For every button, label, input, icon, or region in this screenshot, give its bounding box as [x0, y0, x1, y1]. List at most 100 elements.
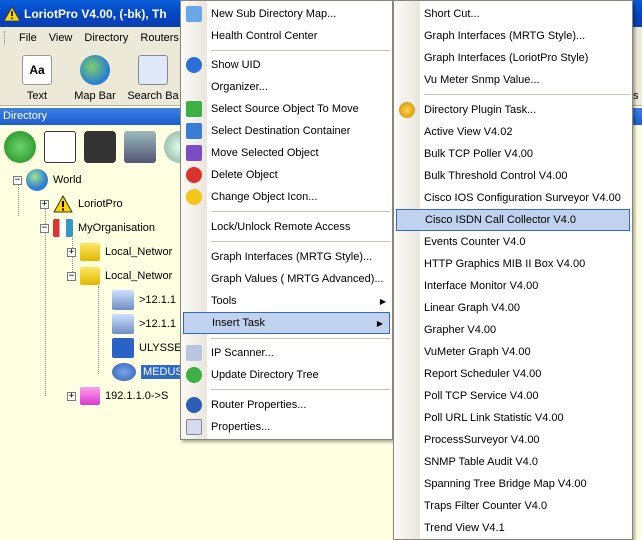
submenu-item-traps-filter-counter[interactable]: Traps Filter Counter V4.0: [394, 495, 632, 517]
expand-toggle[interactable]: +: [67, 247, 76, 257]
tree-label: >12.1.1: [139, 318, 177, 330]
menu-item-label: VuMeter Graph V4.00: [424, 346, 531, 358]
menu-file[interactable]: File: [13, 32, 43, 44]
menu-item-label: Tools: [211, 295, 237, 307]
computer-icon: [112, 290, 134, 310]
menubar-grip[interactable]: [4, 30, 7, 45]
expand-toggle[interactable]: +: [67, 391, 76, 401]
menu-item-router-properties[interactable]: Router Properties...: [181, 394, 392, 416]
monitor-icon[interactable]: [124, 131, 156, 163]
menu-item-graph-values-mrtg[interactable]: Graph Values ( MRTG Advanced)...: [181, 268, 392, 290]
menu-item-new-subdirectory-map[interactable]: New Sub Directory Map...: [181, 3, 392, 25]
menu-item-insert-task[interactable]: Insert Task ▶: [183, 312, 390, 334]
collapse-toggle[interactable]: −: [13, 175, 22, 185]
submenu-item-snmp-table-audit[interactable]: SNMP Table Audit V4.0: [394, 451, 632, 473]
menu-item-tools[interactable]: Tools ▶: [181, 290, 392, 312]
network-icon: [53, 219, 73, 237]
menu-item-lock-unlock-remote[interactable]: Lock/Unlock Remote Access: [181, 216, 392, 238]
expand-toggle[interactable]: +: [40, 199, 49, 209]
menu-item-update-directory-tree[interactable]: Update Directory Tree: [181, 364, 392, 386]
menu-item-label: Traps Filter Counter V4.0: [424, 500, 548, 512]
gauge-icon[interactable]: [84, 131, 116, 163]
menu-item-ip-scanner[interactable]: IP Scanner...: [181, 342, 392, 364]
menu-item-label: Lock/Unlock Remote Access: [211, 221, 351, 233]
tree-node-host-2[interactable]: >12.1.1: [112, 314, 176, 334]
warning-icon: [4, 6, 20, 21]
submenu-item-linear-graph[interactable]: Linear Graph V4.00: [394, 297, 632, 319]
submenu-item-graph-interfaces-loriotpro[interactable]: Graph Interfaces (LoriotPro Style): [394, 47, 632, 69]
menu-item-properties[interactable]: Properties...: [181, 416, 392, 438]
menu-item-label: Router Properties...: [211, 399, 307, 411]
tree-line: [98, 286, 99, 374]
switch-icon: [112, 338, 134, 358]
submenu-item-poll-url-link-statistic[interactable]: Poll URL Link Statistic V4.00: [394, 407, 632, 429]
menu-item-change-object-icon[interactable]: Change Object Icon...: [181, 186, 392, 208]
search-bar-button[interactable]: Search Ba: [124, 48, 182, 105]
submenu-item-trend-view[interactable]: Trend View V4.1: [394, 517, 632, 539]
tree-node-myorganisation[interactable]: − MyOrganisation: [40, 218, 155, 238]
submenu-item-active-view[interactable]: Active View V4.02: [394, 121, 632, 143]
submenu-item-graph-interfaces-mrtg[interactable]: Graph Interfaces (MRTG Style)...: [394, 25, 632, 47]
map-bar-button[interactable]: Map Bar: [66, 48, 124, 105]
submenu-item-cisco-ios-config-surveyor[interactable]: Cisco IOS Configuration Surveyor V4.00: [394, 187, 632, 209]
text-button[interactable]: Aa Text: [8, 48, 66, 105]
tree-node-loriotpro[interactable]: + LoriotPro: [40, 194, 123, 214]
checklist-icon[interactable]: [44, 131, 76, 163]
collapse-toggle[interactable]: −: [67, 271, 76, 281]
menu-item-organizer[interactable]: Organizer...: [181, 76, 392, 98]
submenu-item-vumeter-graph[interactable]: VuMeter Graph V4.00: [394, 341, 632, 363]
menu-item-label: Grapher V4.00: [424, 324, 497, 336]
submenu-item-directory-plugin-task[interactable]: Directory Plugin Task...: [394, 99, 632, 121]
menu-item-label: Directory Plugin Task...: [424, 104, 537, 116]
submenu-item-http-graphics-mib[interactable]: HTTP Graphics MIB II Box V4.00: [394, 253, 632, 275]
tree-node-host-1[interactable]: >12.1.1: [112, 290, 176, 310]
menu-directory[interactable]: Directory: [78, 32, 134, 44]
insert-task-submenu: Short Cut... Graph Interfaces (MRTG Styl…: [393, 0, 633, 540]
submenu-item-bulk-tcp-poller[interactable]: Bulk TCP Poller V4.00: [394, 143, 632, 165]
tree-node-local-network-1[interactable]: + Local_Networ: [67, 242, 172, 262]
select-source-icon: [186, 101, 202, 117]
menu-item-select-source-object[interactable]: Select Source Object To Move: [181, 98, 392, 120]
submenu-item-process-surveyor[interactable]: ProcessSurveyor V4.00: [394, 429, 632, 451]
submenu-item-bulk-threshold-control[interactable]: Bulk Threshold Control V4.00: [394, 165, 632, 187]
menu-item-label: IP Scanner...: [211, 347, 274, 359]
submenu-item-report-scheduler[interactable]: Report Scheduler V4.00: [394, 363, 632, 385]
tree-node-local-network-2[interactable]: − Local_Networ: [67, 266, 172, 286]
tree-node-ulysse[interactable]: ULYSSE: [112, 338, 182, 358]
refresh-icon: [186, 367, 202, 383]
collapse-toggle[interactable]: −: [40, 223, 49, 233]
submenu-item-cisco-isdn-call-collector[interactable]: Cisco ISDN Call Collector V4.0: [396, 209, 630, 231]
tree-node-world[interactable]: − World: [13, 169, 82, 191]
menu-item-label: Bulk Threshold Control V4.00: [424, 170, 568, 182]
submenu-item-vu-meter-snmp[interactable]: Vu Meter Snmp Value...: [394, 69, 632, 91]
refresh-icon[interactable]: [4, 131, 36, 163]
menu-item-label: Insert Task: [212, 317, 265, 329]
submenu-item-short-cut[interactable]: Short Cut...: [394, 3, 632, 25]
menu-item-delete-object[interactable]: Delete Object: [181, 164, 392, 186]
menu-item-show-uid[interactable]: Show UID: [181, 54, 392, 76]
tree-label: 192.1.1.0->S: [105, 390, 169, 402]
submenu-item-poll-tcp-service[interactable]: Poll TCP Service V4.00: [394, 385, 632, 407]
menu-view[interactable]: View: [43, 32, 79, 44]
router-icon: [186, 397, 202, 413]
tree-node-network-192[interactable]: + 192.1.1.0->S: [67, 386, 168, 406]
menu-routers[interactable]: Routers: [134, 32, 185, 44]
menu-item-label: Select Destination Container: [211, 125, 351, 137]
menu-item-select-destination-container[interactable]: Select Destination Container: [181, 120, 392, 142]
submenu-item-grapher[interactable]: Grapher V4.00: [394, 319, 632, 341]
lan-icon: [80, 267, 100, 285]
menu-item-graph-interfaces-mrtg[interactable]: Graph Interfaces (MRTG Style)...: [181, 246, 392, 268]
submenu-arrow-icon: ▶: [376, 318, 383, 328]
menu-item-label: Bulk TCP Poller V4.00: [424, 148, 534, 160]
submenu-item-events-counter[interactable]: Events Counter V4.0: [394, 231, 632, 253]
menu-item-label: Cisco ISDN Call Collector V4.0: [425, 214, 576, 226]
submenu-arrow-icon: ▶: [379, 296, 386, 306]
search-bar-icon: [138, 55, 168, 85]
menu-item-label: Short Cut...: [424, 8, 480, 20]
submenu-item-interface-monitor[interactable]: Interface Monitor V4.00: [394, 275, 632, 297]
menu-item-label: ProcessSurveyor V4.00: [424, 434, 540, 446]
menu-item-move-selected-object[interactable]: Move Selected Object: [181, 142, 392, 164]
submenu-item-spanning-tree-bridge-map[interactable]: Spanning Tree Bridge Map V4.00: [394, 473, 632, 495]
menu-item-health-control-center[interactable]: Health Control Center: [181, 25, 392, 47]
map-bar-icon: [80, 55, 110, 85]
